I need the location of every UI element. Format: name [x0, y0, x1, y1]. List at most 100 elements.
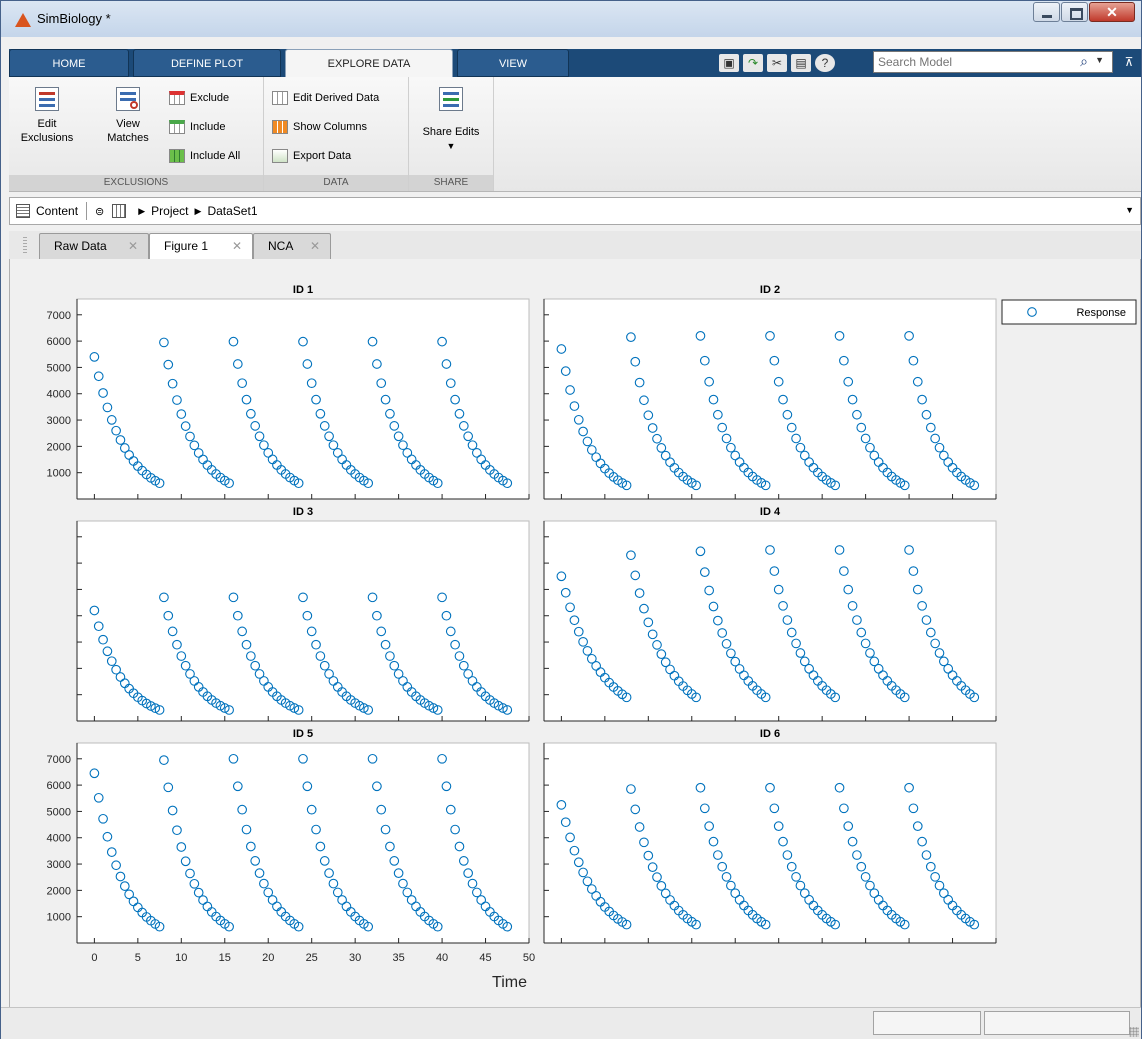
x-tick-label: 10	[175, 952, 187, 964]
y-tick-label: 4000	[47, 389, 71, 401]
window-title: SimBiology *	[37, 11, 111, 26]
tab-view[interactable]: VIEW	[457, 49, 569, 77]
y-tick-label: 2000	[47, 885, 71, 897]
show-columns-label: Show Columns	[293, 121, 367, 133]
edit-exclusions-label-1: Edit	[37, 118, 57, 130]
x-tick-label: 5	[135, 952, 141, 964]
edit-derived-data-icon	[272, 91, 288, 105]
search-input[interactable]	[878, 53, 1054, 71]
include-label: Include	[190, 121, 226, 133]
y-tick-label: 5000	[47, 806, 71, 818]
tab-nca-label: NCA	[268, 239, 294, 253]
divider	[86, 202, 88, 220]
close-tab-icon[interactable]: ✕	[310, 234, 320, 258]
address-dropdown-icon[interactable]: ▼	[1125, 205, 1134, 215]
resize-grip[interactable]	[1129, 1027, 1139, 1037]
search-icon[interactable]: ⌕	[1080, 53, 1088, 70]
y-tick-label: 7000	[47, 754, 71, 766]
figure-canvas: ID 1 1000 2000 3000 4000 5000 6000 7000 ID 2 ID 3…	[9, 259, 1141, 1007]
tab-grip-handle[interactable]	[23, 237, 27, 255]
tab-figure-1-label: Figure 1	[164, 239, 209, 253]
document-tabs: Raw Data ✕ Figure 1 ✕ NCA ✕	[9, 231, 1141, 260]
content-panel-icon[interactable]	[16, 204, 30, 218]
address-bar: Content ⊜ ▶ Project ▶ DataSet1 ▼	[9, 197, 1141, 225]
tab-define-plot[interactable]: DEFINE PLOT	[133, 49, 281, 77]
edit-exclusions-label-2: Exclusions	[20, 132, 74, 144]
tab-explore-data[interactable]: EXPLORE DATA	[285, 49, 453, 78]
y-tick-label: 6000	[47, 336, 71, 348]
table-icon	[112, 204, 127, 218]
view-matches-button[interactable]: View Matches	[93, 87, 163, 145]
view-matches-icon	[116, 87, 140, 111]
exclude-label: Exclude	[190, 92, 230, 104]
ribbon-panel: Edit Exclusions View Matches Exclude Inc…	[9, 77, 1141, 192]
tab-raw-data[interactable]: Raw Data ✕	[39, 233, 149, 259]
y-tick-label: 1000	[47, 912, 71, 924]
edit-derived-data-button[interactable]: Edit Derived Data	[272, 89, 379, 107]
include-all-icon	[169, 149, 185, 163]
y-tick-label: 3000	[47, 859, 71, 871]
quick-access-toolbar: ▣ ↷ ✂ ▤ ?	[719, 52, 839, 74]
status-field-2	[984, 1011, 1130, 1035]
share-edits-button[interactable]: Share Edits ▼	[409, 87, 493, 153]
tab-raw-data-label: Raw Data	[54, 239, 107, 253]
x-tick-label: 25	[306, 952, 318, 964]
y-tick-label: 6000	[47, 780, 71, 792]
x-tick-label: 50	[523, 952, 535, 964]
window-layout-icon[interactable]: ▤	[791, 54, 811, 72]
x-tick-label: 0	[91, 952, 97, 964]
legend-entry-response: Response	[1076, 307, 1126, 319]
close-tab-icon[interactable]: ✕	[128, 234, 138, 258]
y-tick-label: 1000	[47, 468, 71, 480]
breadcrumb-dataset[interactable]: DataSet1	[207, 204, 257, 218]
view-matches-label-1: View	[116, 118, 140, 130]
crumb-arrow-icon: ▶	[194, 205, 202, 216]
show-columns-button[interactable]: Show Columns	[272, 118, 367, 136]
history-dropdown-icon[interactable]: ⊜	[95, 205, 104, 218]
close-tab-icon[interactable]: ✕	[232, 234, 242, 258]
panel-title: ID 1	[293, 284, 313, 296]
tab-figure-1[interactable]: Figure 1 ✕	[149, 233, 253, 260]
include-icon	[169, 120, 185, 134]
y-tick-label: 7000	[47, 310, 71, 322]
edit-exclusions-button[interactable]: Edit Exclusions	[9, 87, 85, 145]
share-edits-label: Share Edits	[422, 126, 480, 138]
exclude-button[interactable]: Exclude	[169, 89, 229, 107]
tools-icon[interactable]: ✂	[767, 54, 787, 72]
export-data-icon	[272, 149, 288, 163]
view-matches-label-2: Matches	[107, 132, 149, 144]
minimize-button[interactable]	[1033, 2, 1060, 22]
panel-title: ID 3	[293, 506, 313, 518]
exclusions-group: Edit Exclusions View Matches Exclude Inc…	[9, 77, 264, 191]
exclusions-group-label: EXCLUSIONS	[9, 175, 263, 191]
search-box: ⌕ ▼	[873, 51, 1113, 73]
panel-title: ID 2	[760, 284, 780, 296]
export-data-button[interactable]: Export Data	[272, 147, 351, 165]
status-bar	[1, 1007, 1141, 1039]
close-button[interactable]: ✕	[1089, 2, 1135, 22]
content-label[interactable]: Content	[36, 204, 78, 218]
panel-title: ID 4	[760, 506, 781, 518]
y-tick-label: 5000	[47, 362, 71, 374]
show-columns-icon	[272, 120, 288, 134]
plot-area	[76, 520, 530, 722]
maximize-button[interactable]	[1061, 2, 1088, 22]
share-edits-icon	[439, 87, 463, 111]
help-icon[interactable]: ?	[815, 54, 835, 72]
run-icon[interactable]: ↷	[743, 54, 763, 72]
x-tick-label: 40	[436, 952, 448, 964]
chevron-down-icon[interactable]: ▼	[1095, 55, 1104, 65]
include-button[interactable]: Include	[169, 118, 225, 136]
save-icon[interactable]: ▣	[719, 54, 739, 72]
data-group: Edit Derived Data Show Columns Export Da…	[264, 77, 409, 191]
share-group: Share Edits ▼ SHARE	[409, 77, 494, 191]
include-all-button[interactable]: Include All	[169, 147, 240, 165]
share-group-label: SHARE	[409, 175, 493, 191]
tab-home[interactable]: HOME	[9, 49, 129, 77]
tab-nca[interactable]: NCA ✕	[253, 233, 331, 259]
x-tick-label: 45	[479, 952, 491, 964]
plot-area	[76, 298, 530, 500]
breadcrumb-project[interactable]: Project	[151, 204, 188, 218]
trellis-plot[interactable]: ID 1 1000 2000 3000 4000 5000 6000 7000 ID 2 ID 3…	[10, 259, 1140, 1007]
collapse-ribbon-icon[interactable]: ⊼	[1122, 52, 1136, 72]
